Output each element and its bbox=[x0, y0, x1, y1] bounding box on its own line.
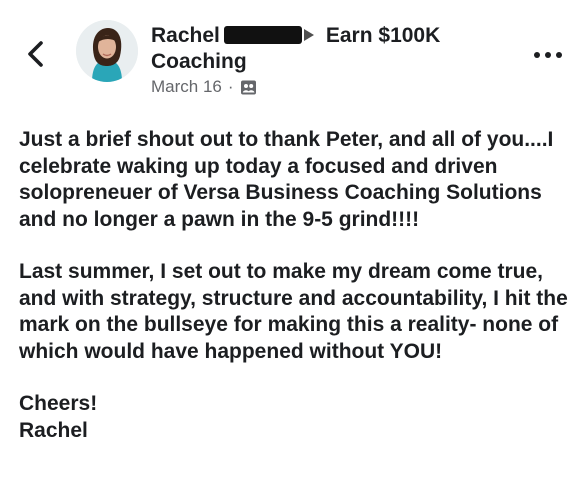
post-paragraph: Just a brief shout out to thank Peter, a… bbox=[19, 128, 554, 231]
post-body: Just a brief shout out to thank Peter, a… bbox=[19, 127, 574, 444]
meta-separator: · bbox=[227, 77, 234, 96]
triangle-right-icon bbox=[303, 29, 314, 41]
post-signoff: Cheers! bbox=[19, 392, 98, 415]
post-signature: Rachel bbox=[19, 418, 88, 442]
profile-photo bbox=[76, 20, 138, 82]
more-horizontal-icon bbox=[534, 52, 562, 58]
post-header: Rachel Earn $100K Coaching March 16 · bbox=[151, 22, 521, 97]
group-name[interactable]: Earn $100K bbox=[326, 24, 440, 47]
post-title-line: Rachel Earn $100K bbox=[151, 22, 521, 49]
avatar[interactable] bbox=[76, 20, 138, 82]
back-button[interactable] bbox=[22, 38, 50, 70]
post-date[interactable]: March 16 bbox=[151, 77, 222, 97]
post-meta: March 16 · bbox=[151, 77, 521, 97]
more-options-button[interactable] bbox=[532, 48, 564, 60]
redacted-surname bbox=[223, 26, 302, 44]
group-members-icon bbox=[240, 80, 256, 94]
group-name-continued[interactable]: Coaching bbox=[151, 49, 521, 75]
author-name[interactable]: Rachel bbox=[151, 24, 220, 47]
post-paragraph: Last summer, I set out to make my dream … bbox=[19, 260, 568, 363]
chevron-left-icon bbox=[28, 41, 43, 67]
